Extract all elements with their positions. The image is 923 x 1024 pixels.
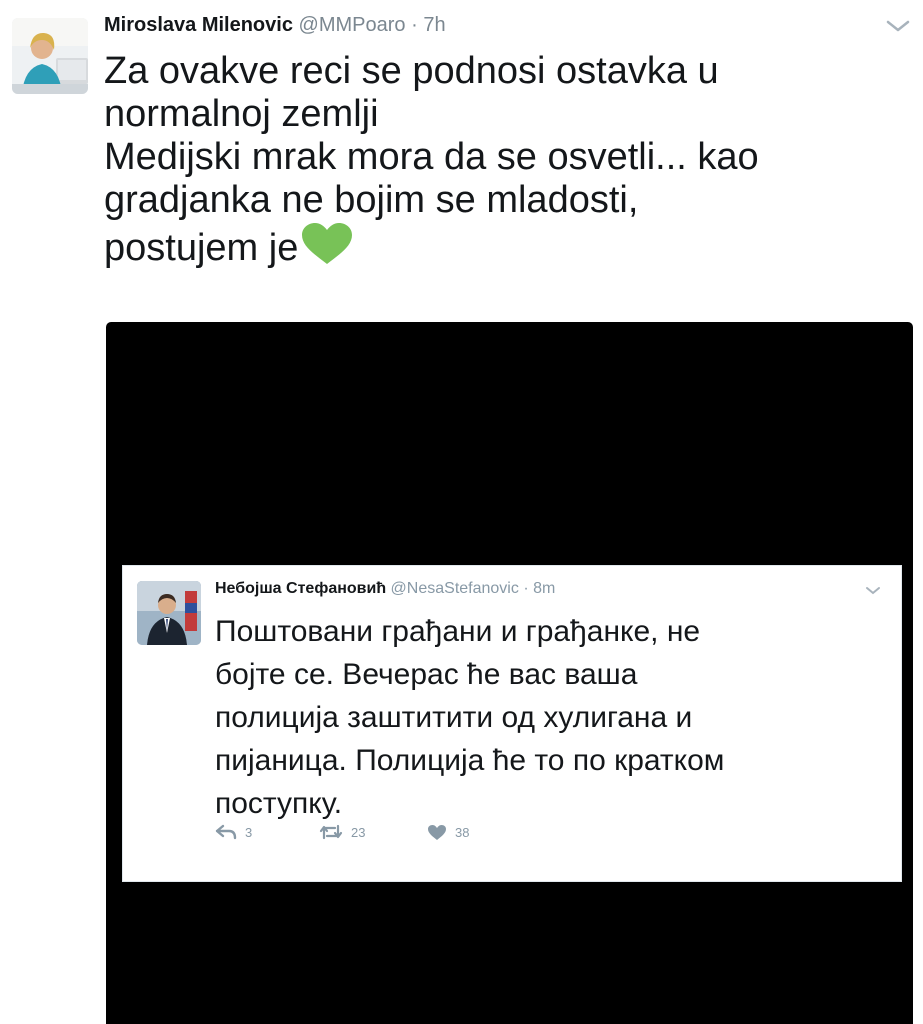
author-avatar[interactable] xyxy=(12,18,88,94)
tweet-header: Miroslava Milenovic @MMPoaro · 7h xyxy=(104,14,446,37)
retweet-icon xyxy=(319,824,343,840)
avatar-image xyxy=(12,18,88,94)
embedded-text-line: пијаница. Полиција ће то по кратком xyxy=(215,744,725,777)
embedded-author-name: Небојша Стефановић xyxy=(215,580,387,597)
reply-count: 3 xyxy=(245,824,253,840)
embedded-text-line: полиција заштитити од хулигана и xyxy=(215,701,693,734)
author-name[interactable]: Miroslava Milenovic xyxy=(104,14,293,36)
tweet-text-line: Medijski mrak mora da se osvetli... kao xyxy=(104,136,759,178)
separator-dot: · xyxy=(411,14,418,36)
tweet-text-line: gradjanka ne bojim se mladosti, xyxy=(104,179,639,221)
embedded-tweet-text: Поштовани грађани и грађанке, не бојте с… xyxy=(215,610,885,825)
retweet-count: 23 xyxy=(351,824,366,840)
embedded-like-action: 38 xyxy=(427,824,469,841)
embedded-tweet-screenshot: Небојша Стефановић @NesaStefanovic · 8m … xyxy=(122,565,902,882)
embedded-reply-action: 3 xyxy=(215,824,252,840)
reply-icon xyxy=(215,824,237,840)
embedded-retweet-action: 23 xyxy=(319,824,365,840)
tweet-media[interactable]: Небојша Стефановић @NesaStefanovic · 8m … xyxy=(106,322,913,1024)
more-options-button[interactable] xyxy=(880,14,916,38)
green-heart-icon xyxy=(300,222,354,276)
tweet: Miroslava Milenovic @MMPoaro · 7h Za ova… xyxy=(0,0,923,1024)
embedded-avatar-image xyxy=(137,581,201,645)
embedded-chevron-down-icon xyxy=(863,584,883,598)
author-handle[interactable]: @MMPoaro xyxy=(299,14,406,36)
tweet-text-line: postujem je xyxy=(104,227,299,269)
like-count: 38 xyxy=(455,825,470,840)
embedded-author-handle: @NesaStefanovic xyxy=(390,580,519,597)
tweet-text-line-last: postujem je xyxy=(104,222,904,276)
tweet-text-line: Za ovakve reci se podnosi ostavka u xyxy=(104,50,719,92)
embedded-text-line: поступку. xyxy=(215,787,343,820)
embedded-text-line: бојте се. Вечерас ће вас ваша xyxy=(215,658,638,691)
embedded-tweet-timestamp: 8m xyxy=(533,580,556,597)
tweet-timestamp[interactable]: 7h xyxy=(423,14,445,36)
heart-icon xyxy=(428,825,446,840)
separator-dot: · xyxy=(523,580,529,597)
tweet-text-line: normalnoj zemlji xyxy=(104,93,379,135)
chevron-down-icon xyxy=(886,20,910,32)
embedded-text-line: Поштовани грађани и грађанке, не xyxy=(215,615,701,648)
embedded-tweet-header: Небојша Стефановић @NesaStefanovic · 8m xyxy=(215,580,555,598)
tweet-text: Za ovakve reci se podnosi ostavka u norm… xyxy=(104,50,904,276)
embedded-tweet-actions: 3 23 38 xyxy=(215,824,615,848)
embedded-author-avatar xyxy=(137,581,201,645)
